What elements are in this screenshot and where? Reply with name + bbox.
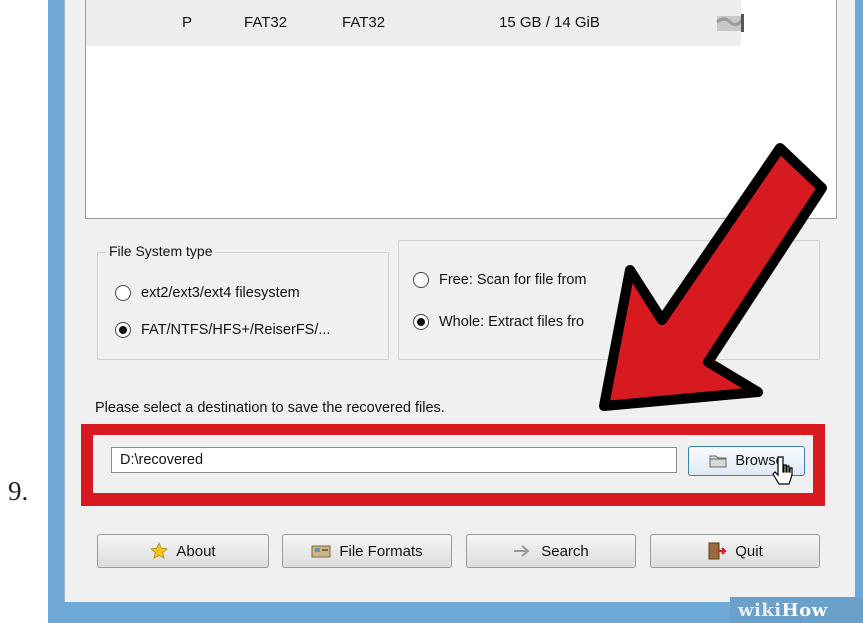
watermark-part1: wiki [738, 600, 782, 621]
partition-row[interactable]: P FAT32 FAT32 15 GB / 14 GiB [86, 0, 744, 46]
exit-door-icon [707, 542, 727, 560]
search-arrow-icon [513, 544, 533, 558]
radio-whole-indicator[interactable] [413, 314, 429, 330]
partition-list[interactable]: P FAT32 FAT32 15 GB / 14 GiB [85, 0, 837, 219]
search-label: Search [541, 542, 589, 560]
radio-fat-label: FAT/NTFS/HFS+/ReiserFS/... [141, 322, 331, 338]
quit-button[interactable]: Quit [650, 534, 820, 568]
partition-size: 15 GB / 14 GiB [499, 14, 600, 31]
radio-ext-label: ext2/ext3/ext4 filesystem [141, 285, 300, 301]
radio-fat-indicator[interactable] [115, 322, 131, 338]
step-number: 9. [8, 476, 29, 506]
quit-label: Quit [735, 542, 763, 560]
radio-whole-scan[interactable]: Whole: Extract files fro [413, 314, 584, 330]
destination-path-input[interactable] [111, 447, 677, 473]
file-formats-label: File Formats [339, 542, 423, 560]
file-formats-icon [311, 543, 331, 559]
filesystem-type-group: File System type [97, 243, 389, 360]
radio-ext-indicator[interactable] [115, 285, 131, 301]
about-label: About [176, 542, 216, 560]
radio-whole-label: Whole: Extract files fro [439, 314, 585, 330]
file-formats-button[interactable]: File Formats [282, 534, 452, 568]
about-button[interactable]: About [97, 534, 269, 568]
search-button[interactable]: Search [466, 534, 636, 568]
radio-fat-ntfs[interactable]: FAT/NTFS/HFS+/ReiserFS/... [115, 322, 330, 338]
destination-label: Please select a destination to save the … [95, 400, 445, 416]
folder-icon [709, 454, 727, 468]
radio-free-indicator[interactable] [413, 272, 429, 288]
partition-type: P [182, 14, 193, 31]
star-icon [150, 542, 169, 560]
watermark-part2: How [781, 600, 828, 621]
partition-label: FAT32 [342, 14, 386, 31]
radio-ext-filesystem[interactable]: ext2/ext3/ext4 filesystem [115, 285, 300, 301]
scan-type-group [398, 240, 820, 360]
hand-cursor-icon [772, 456, 793, 485]
radio-free-label: Free: Scan for file from [439, 272, 587, 288]
radio-free-scan[interactable]: Free: Scan for file from [413, 272, 586, 288]
partition-thumbnail-icon [716, 14, 744, 32]
watermark-logo: wikiHow [738, 600, 828, 621]
filesystem-type-title: File System type [106, 243, 216, 259]
partition-filesystem: FAT32 [244, 14, 288, 31]
